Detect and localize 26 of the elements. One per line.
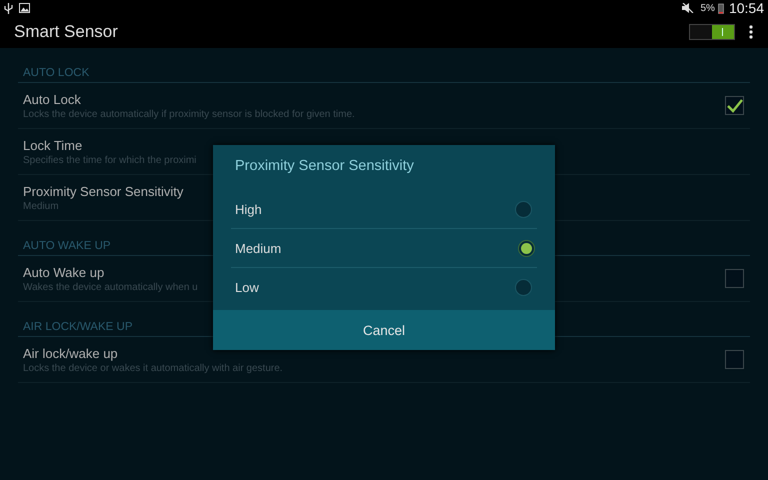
image-icon: [19, 3, 30, 13]
setting-title[interactable]: Auto Wake up: [23, 264, 104, 280]
master-switch[interactable]: [689, 24, 735, 40]
checkbox[interactable]: [725, 96, 744, 115]
section-header: AUTO LOCK: [18, 48, 750, 83]
setting-title[interactable]: Proximity Sensor Sensitivity: [23, 184, 184, 198]
setting-title[interactable]: Air lock/wake up: [23, 346, 118, 360]
checkbox[interactable]: [725, 269, 744, 288]
option-label[interactable]: High: [235, 202, 262, 216]
setting-title[interactable]: Lock Time: [23, 138, 82, 152]
screen-title: Smart Sensor: [14, 22, 118, 42]
radio-button[interactable]: [515, 200, 532, 218]
option-label[interactable]: Medium: [235, 240, 282, 256]
mute-icon: [682, 3, 694, 13]
battery-level: 5%: [700, 2, 715, 14]
cancel-button[interactable]: Cancel: [213, 310, 555, 350]
dialog-title: Proximity Sensor Sensitivity: [234, 157, 415, 176]
battery-icon: [718, 2, 724, 14]
radio-button[interactable]: [521, 242, 532, 254]
option-label[interactable]: Low: [235, 280, 259, 294]
setting-title[interactable]: Auto Lock: [23, 92, 81, 106]
checkbox[interactable]: [725, 350, 744, 369]
overflow-menu-icon[interactable]: [749, 25, 753, 39]
usb-icon: [4, 2, 13, 14]
radio-button[interactable]: [515, 278, 532, 296]
clock: 10:54: [728, 0, 764, 16]
